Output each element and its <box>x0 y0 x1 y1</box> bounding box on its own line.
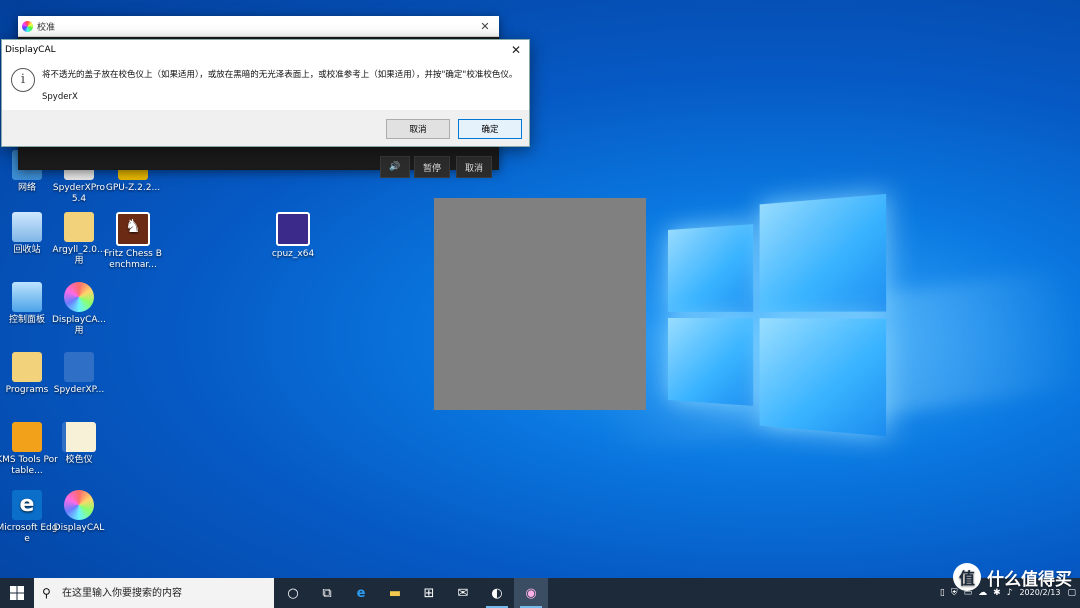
taskbar-spyderx[interactable]: ◐ <box>480 578 514 608</box>
folder-icon: ▬ <box>388 585 402 601</box>
displaycal-icon <box>64 282 94 312</box>
info-icon: i <box>11 68 35 92</box>
taskbar-mail[interactable]: ✉ <box>446 578 480 608</box>
edge-icon: e <box>12 490 42 520</box>
close-icon[interactable]: ✕ <box>503 43 529 57</box>
taskbar-file-explorer[interactable]: ▬ <box>378 578 412 608</box>
task-view-icon: ⧉ <box>322 585 332 601</box>
chess-knight-icon: ♞ <box>116 212 150 246</box>
displaycal-icon: ◉ <box>525 585 537 601</box>
windows-start-icon <box>10 586 24 600</box>
desktop-icon-fritz-chess[interactable]: ♞ Fritz Chess Benchmar... <box>102 212 164 271</box>
folder-icon <box>12 352 42 382</box>
calibration-window-title: 校准 <box>37 22 56 33</box>
taskbar-displaycal[interactable]: ◉ <box>514 578 548 608</box>
store-icon: ⊞ <box>423 585 435 601</box>
circle-icon: ○ <box>287 585 299 601</box>
desktop-icon-spyderxp-installer[interactable]: SpyderXP... <box>48 352 110 396</box>
close-icon[interactable]: ✕ <box>471 20 499 33</box>
dialog-title: DisplayCAL <box>5 44 56 55</box>
folder-icon <box>64 212 94 242</box>
taskbar-edge[interactable]: e <box>344 578 378 608</box>
calibration-cancel-button[interactable]: 取消 <box>456 156 492 178</box>
desktop-icon-displaycal[interactable]: DisplayCAL <box>48 490 110 534</box>
desktop-icon-displaycal-shortcut[interactable]: DisplayCA...用 <box>48 282 110 337</box>
watermark-text: 什么值得买 <box>987 569 1072 590</box>
search-icon: ⚲ <box>42 586 51 600</box>
ok-button[interactable]: 确定 <box>458 119 522 139</box>
measurement-patch <box>434 198 646 410</box>
kms-tools-icon <box>12 422 42 452</box>
cancel-button[interactable]: 取消 <box>386 119 450 139</box>
control-panel-icon <box>12 282 42 312</box>
recycle-bin-icon <box>12 212 42 242</box>
taskbar-store[interactable]: ⊞ <box>412 578 446 608</box>
displaycal-icon <box>64 490 94 520</box>
pause-button[interactable]: 暂停 <box>414 156 450 178</box>
dialog-titlebar: DisplayCAL ✕ <box>2 40 529 59</box>
mail-icon: ✉ <box>457 585 469 601</box>
dialog-message: 将不透光的盖子放在校色仪上（如果适用），或放在黑暗的无光泽表面上，或校准参考上（… <box>42 70 518 80</box>
document-icon <box>62 422 96 452</box>
desktop-icon-calibrator-doc[interactable]: 校色仪 <box>48 422 110 466</box>
site-watermark: 值 什么值得买 <box>953 563 1072 591</box>
watermark-logo-icon: 值 <box>953 563 981 591</box>
taskbar-search[interactable]: ⚲ <box>34 578 274 608</box>
desktop-icon-cpuz[interactable]: cpuz_x64 <box>262 212 324 260</box>
installer-icon <box>64 352 94 382</box>
displaycal-app-icon <box>22 20 33 32</box>
calibration-titlebar: 校准 ✕ <box>18 16 499 37</box>
spyderx-icon: ◐ <box>491 585 503 601</box>
windows-logo-wallpaper <box>668 193 887 437</box>
start-button[interactable] <box>0 578 34 608</box>
cortana-button[interactable]: ○ <box>276 578 310 608</box>
device-name: SpyderX <box>42 92 78 102</box>
task-view-button[interactable]: ⧉ <box>310 578 344 608</box>
displaycal-dialog: DisplayCAL ✕ i 将不透光的盖子放在校色仪上（如果适用），或放在黑暗… <box>1 39 530 147</box>
taskbar: ⚲ ○ ⧉ e ▬ ⊞ ✉ ◐ ◉ ▯ ⛨ ▭ ☁ ✱ ♪ 2020/2/13 … <box>0 578 1080 608</box>
battery-icon[interactable]: ▯ <box>940 588 945 598</box>
edge-icon: e <box>356 585 366 601</box>
search-input[interactable] <box>60 586 264 600</box>
desktop-icon-argyll[interactable]: Argyll_2.0...用 <box>48 212 110 267</box>
speaker-icon: 🔊 <box>389 162 401 172</box>
volume-button[interactable]: 🔊 <box>380 156 410 178</box>
cpuz-icon <box>276 212 310 246</box>
